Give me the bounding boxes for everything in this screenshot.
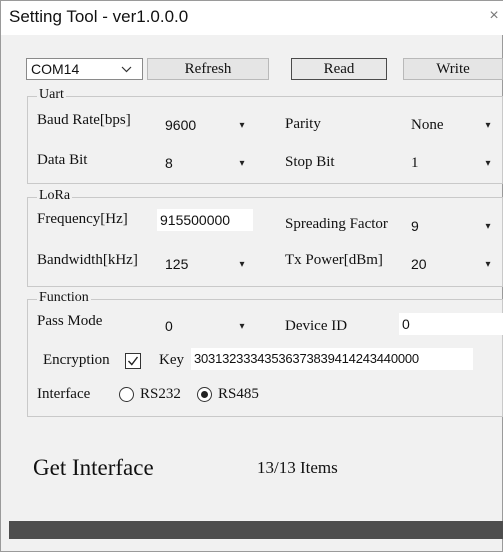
pass-mode-value: 0 bbox=[165, 318, 173, 334]
interface-label: Interface bbox=[37, 386, 91, 402]
stop-bit-value: 1 bbox=[411, 155, 419, 171]
dropdown-arrow-icon: ▾ bbox=[239, 120, 245, 131]
data-bit-label: Data Bit bbox=[37, 152, 88, 168]
key-label: Key bbox=[159, 352, 184, 368]
com-port-select[interactable]: COM14 bbox=[26, 58, 143, 80]
baud-rate-value: 9600 bbox=[165, 117, 197, 133]
spreading-factor-label: Spreading Factor bbox=[285, 216, 388, 232]
device-id-label: Device ID bbox=[285, 318, 348, 334]
spreading-factor-select[interactable]: 9 ▾ bbox=[405, 214, 503, 238]
stop-bit-label: Stop Bit bbox=[285, 154, 335, 170]
parity-select[interactable]: None ▾ bbox=[405, 113, 503, 137]
spreading-factor-value: 9 bbox=[411, 218, 419, 234]
data-bit-select[interactable]: 8 ▾ bbox=[159, 151, 261, 175]
tx-power-label: Tx Power[dBm] bbox=[285, 252, 383, 268]
baud-rate-label: Baud Rate[bps] bbox=[37, 112, 131, 128]
dropdown-arrow-icon: ▾ bbox=[485, 120, 491, 131]
rs485-radio[interactable] bbox=[197, 387, 212, 402]
encryption-label: Encryption bbox=[43, 352, 110, 368]
parity-value: None bbox=[411, 117, 444, 133]
rs232-label: RS232 bbox=[140, 386, 181, 402]
write-button[interactable]: Write bbox=[403, 58, 503, 80]
device-id-input[interactable]: 0 bbox=[399, 313, 503, 335]
parity-label: Parity bbox=[285, 116, 321, 132]
stop-bit-select[interactable]: 1 ▾ bbox=[405, 151, 503, 175]
status-items-count: 13/13 Items bbox=[257, 458, 338, 477]
tx-power-select[interactable]: 20 ▾ bbox=[405, 252, 503, 276]
dropdown-arrow-icon: ▾ bbox=[485, 158, 491, 169]
baud-rate-select[interactable]: 9600 ▾ bbox=[159, 113, 261, 137]
window-title: Setting Tool - ver1.0.0.0 bbox=[9, 7, 189, 26]
rs485-label: RS485 bbox=[218, 386, 259, 402]
pass-mode-select[interactable]: 0 ▾ bbox=[159, 314, 261, 338]
dropdown-arrow-icon: ▾ bbox=[239, 259, 245, 270]
key-input[interactable]: 30313233343536373839414243440000 bbox=[191, 348, 473, 370]
data-bit-value: 8 bbox=[165, 155, 173, 171]
progress-bar bbox=[9, 521, 503, 539]
frequency-input[interactable]: 915500000 bbox=[157, 209, 253, 231]
close-icon[interactable]: × bbox=[485, 7, 503, 29]
dropdown-arrow-icon: ▾ bbox=[239, 158, 245, 169]
com-port-value: COM14 bbox=[31, 61, 80, 77]
status-title: Get Interface bbox=[33, 455, 154, 480]
uart-group-title: Uart bbox=[37, 87, 66, 103]
bandwidth-value: 125 bbox=[165, 256, 189, 272]
dropdown-arrow-icon: ▾ bbox=[485, 221, 491, 232]
dropdown-arrow-icon: ▾ bbox=[239, 321, 245, 332]
refresh-button[interactable]: Refresh bbox=[147, 58, 269, 80]
lora-group-title: LoRa bbox=[37, 188, 73, 204]
chevron-down-icon bbox=[121, 66, 132, 73]
checkmark-icon bbox=[127, 356, 139, 366]
function-group-title: Function bbox=[37, 290, 91, 306]
bandwidth-label: Bandwidth[kHz] bbox=[37, 252, 138, 268]
title-bar: Setting Tool - ver1.0.0.0 × bbox=[1, 1, 503, 35]
frequency-label: Frequency[Hz] bbox=[37, 211, 128, 227]
setting-tool-window: Setting Tool - ver1.0.0.0 × COM14 Refres… bbox=[0, 0, 503, 552]
dropdown-arrow-icon: ▾ bbox=[485, 259, 491, 270]
pass-mode-label: Pass Mode bbox=[37, 313, 103, 329]
read-button[interactable]: Read bbox=[291, 58, 387, 80]
bandwidth-select[interactable]: 125 ▾ bbox=[159, 252, 261, 276]
encryption-checkbox[interactable] bbox=[125, 353, 141, 369]
rs232-radio[interactable] bbox=[119, 387, 134, 402]
tx-power-value: 20 bbox=[411, 256, 427, 272]
